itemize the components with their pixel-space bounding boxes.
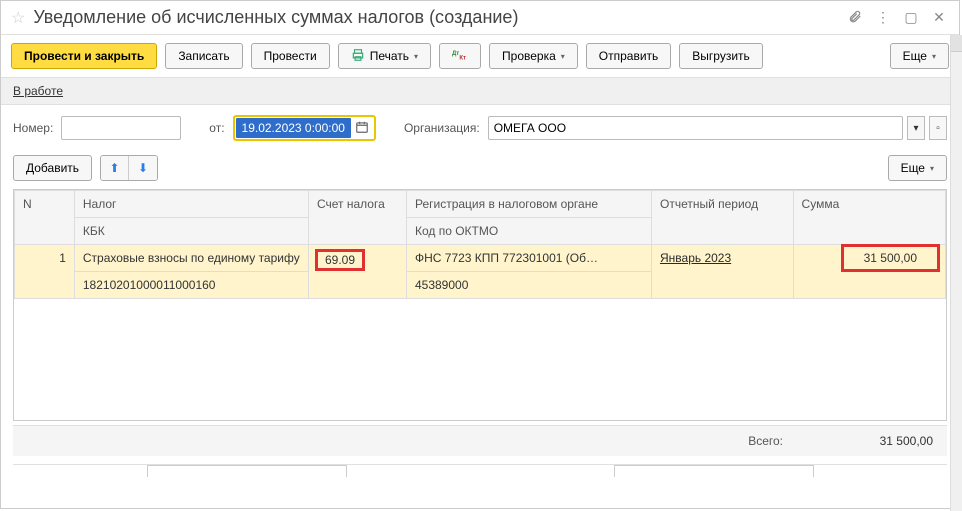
svg-text:Кт: Кт <box>459 55 466 61</box>
window-title: Уведомление об исчисленных суммах налого… <box>33 7 837 28</box>
total-label: Всего: <box>748 434 783 448</box>
cell-n: 1 <box>15 245 75 299</box>
cell-period[interactable]: Январь 2023 <box>651 245 793 299</box>
maximize-icon[interactable]: ▢ <box>901 9 921 26</box>
add-row-button[interactable]: Добавить <box>13 155 92 181</box>
attach-icon[interactable] <box>845 9 865 26</box>
org-open-button[interactable]: ▫ <box>929 116 947 140</box>
more-button[interactable]: Еще ▾ <box>890 43 949 69</box>
cutoff-area <box>13 464 947 494</box>
chevron-down-icon: ▾ <box>932 52 936 61</box>
vertical-scrollbar[interactable] <box>950 35 962 511</box>
col-acct: Счет налога <box>308 191 406 245</box>
highlight-sum: 31 500,00 <box>844 247 937 269</box>
date-field[interactable]: 19.02.2023 0:00:00 <box>233 115 376 141</box>
execute-button[interactable]: Провести <box>251 43 330 69</box>
date-value: 19.02.2023 0:00:00 <box>236 118 351 138</box>
check-label: Проверка <box>502 49 556 63</box>
move-down-button[interactable]: ⬇ <box>129 156 157 180</box>
save-button[interactable]: Записать <box>165 43 242 69</box>
cell-tax: Страховые взносы по единому тарифу <box>74 245 308 272</box>
chevron-down-icon: ▾ <box>930 164 934 173</box>
col-period: Отчетный период <box>651 191 793 245</box>
col-sum: Сумма <box>793 191 945 245</box>
print-button[interactable]: Печать ▾ <box>338 43 431 69</box>
chevron-down-icon: ▾ <box>561 52 565 61</box>
cell-acct: 69.09 <box>308 245 406 299</box>
cell-reg: ФНС 7723 КПП 772301001 (Об… <box>406 245 651 272</box>
cell-sum: 31 500,00 <box>793 245 945 299</box>
total-value: 31 500,00 <box>823 434 933 448</box>
org-label: Организация: <box>404 121 480 135</box>
kebab-menu-icon[interactable]: ⋮ <box>873 9 893 26</box>
more-label: Еще <box>903 49 927 63</box>
date-label: от: <box>209 121 224 135</box>
col-tax: Налог <box>74 191 308 218</box>
period-link[interactable]: Январь 2023 <box>660 251 731 265</box>
status-link[interactable]: В работе <box>13 84 63 98</box>
close-icon[interactable]: ✕ <box>929 9 949 26</box>
highlight-acct: 69.09 <box>317 251 363 269</box>
move-up-button[interactable]: ⬆ <box>101 156 129 180</box>
col-oktmo: Код по ОКТМО <box>406 218 651 245</box>
col-kbk: КБК <box>74 218 308 245</box>
cell-kbk: 18210201000011000160 <box>74 272 308 299</box>
print-label: Печать <box>370 49 409 63</box>
col-n: N <box>15 191 75 245</box>
calendar-icon[interactable] <box>351 120 373 137</box>
col-reg: Регистрация в налоговом органе <box>406 191 651 218</box>
table-more-button[interactable]: Еще ▾ <box>888 155 947 181</box>
printer-icon <box>351 48 365 65</box>
dtkt-icon: ДтКт <box>452 48 468 65</box>
dtkt-button[interactable]: ДтКт <box>439 43 481 69</box>
number-input[interactable] <box>61 116 181 140</box>
export-button[interactable]: Выгрузить <box>679 43 763 69</box>
check-button[interactable]: Проверка ▾ <box>489 43 578 69</box>
send-button[interactable]: Отправить <box>586 43 672 69</box>
org-dropdown-button[interactable]: ▾ <box>907 116 925 140</box>
chevron-down-icon: ▾ <box>414 52 418 61</box>
cell-oktmo: 45389000 <box>406 272 651 299</box>
execute-and-close-button[interactable]: Провести и закрыть <box>11 43 157 69</box>
organization-input[interactable] <box>488 116 903 140</box>
table-more-label: Еще <box>901 161 925 175</box>
table-row[interactable]: 1 Страховые взносы по единому тарифу 69.… <box>15 245 946 272</box>
tax-table[interactable]: N Налог Счет налога Регистрация в налого… <box>13 189 947 421</box>
favorite-star-icon[interactable]: ☆ <box>11 8 25 28</box>
number-label: Номер: <box>13 121 53 135</box>
svg-text:Дт: Дт <box>452 51 459 57</box>
totals-footer: Всего: 31 500,00 <box>13 425 947 456</box>
